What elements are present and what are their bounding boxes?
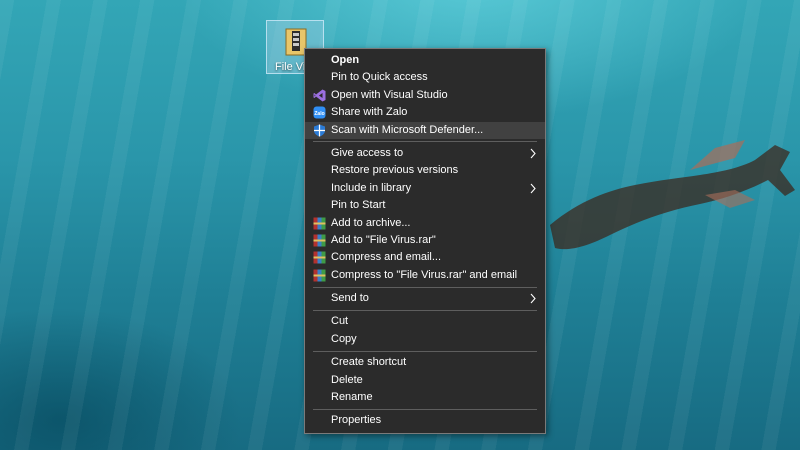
zalo-icon: Zalo (313, 106, 326, 119)
wallpaper-diver-image (550, 140, 795, 250)
menu-item-give-access[interactable]: Give access to (305, 145, 545, 162)
menu-item-label: Copy (331, 332, 357, 345)
menu-separator (313, 141, 537, 143)
menu-item-label: Pin to Quick access (331, 71, 428, 84)
menu-item-label: Rename (331, 391, 373, 404)
menu-separator (313, 309, 537, 311)
menu-item-share-zalo[interactable]: Zalo Share with Zalo (305, 104, 545, 121)
menu-item-label: Cut (331, 315, 349, 328)
menu-item-label: Compress and email... (331, 251, 442, 264)
menu-item-label: Open (331, 54, 360, 66)
menu-item-pin-start[interactable]: Pin to Start (305, 197, 545, 214)
menu-item-label: Give access to (331, 146, 404, 159)
winrar-icon (313, 234, 326, 247)
chevron-right-icon (530, 293, 536, 304)
menu-item-include-library[interactable]: Include in library (305, 180, 545, 197)
menu-item-send-to[interactable]: Send to (305, 290, 545, 307)
menu-item-compress-to-rar-email[interactable]: Compress to "File Virus.rar" and email (305, 267, 545, 284)
winrar-icon (313, 217, 326, 230)
menu-item-restore-versions[interactable]: Restore previous versions (305, 162, 545, 179)
menu-separator (313, 286, 537, 288)
menu-item-label: Compress to "File Virus.rar" and email (331, 268, 518, 281)
menu-item-label: Open with Visual Studio (331, 88, 448, 101)
chevron-right-icon (530, 148, 536, 159)
menu-item-label: Delete (331, 373, 363, 386)
menu-item-open[interactable]: Open (305, 52, 545, 69)
menu-item-label: Restore previous versions (331, 164, 459, 177)
menu-separator (313, 350, 537, 352)
menu-item-label: Pin to Start (331, 199, 386, 212)
menu-item-label: Include in library (331, 181, 412, 194)
menu-item-add-to-rar[interactable]: Add to "File Virus.rar" (305, 232, 545, 249)
menu-item-label: Add to "File Virus.rar" (331, 233, 436, 246)
chevron-right-icon (530, 183, 536, 194)
svg-text:Zalo: Zalo (314, 111, 324, 117)
menu-item-copy[interactable]: Copy (305, 331, 545, 348)
menu-separator (313, 408, 537, 410)
menu-item-create-shortcut[interactable]: Create shortcut (305, 354, 545, 371)
menu-item-delete[interactable]: Delete (305, 372, 545, 389)
menu-item-compress-email[interactable]: Compress and email... (305, 249, 545, 266)
menu-item-label: Send to (331, 292, 369, 305)
context-menu: Open Pin to Quick access Open with Visua… (304, 48, 546, 434)
menu-item-cut[interactable]: Cut (305, 313, 545, 330)
menu-item-add-archive[interactable]: Add to archive... (305, 215, 545, 232)
defender-shield-icon (314, 124, 325, 137)
menu-item-scan-defender[interactable]: Scan with Microsoft Defender... (305, 121, 545, 139)
visual-studio-icon (313, 89, 326, 102)
menu-item-label: Share with Zalo (331, 106, 408, 119)
winrar-icon (313, 269, 326, 282)
menu-item-label: Scan with Microsoft Defender... (331, 123, 484, 136)
menu-item-label: Properties (331, 414, 382, 427)
menu-item-pin-quick-access[interactable]: Pin to Quick access (305, 69, 545, 86)
menu-item-open-visual-studio[interactable]: Open with Visual Studio (305, 87, 545, 104)
menu-item-rename[interactable]: Rename (305, 389, 545, 406)
menu-item-properties[interactable]: Properties (305, 412, 545, 429)
menu-item-label: Add to archive... (331, 216, 411, 229)
winrar-icon (313, 251, 326, 264)
menu-item-label: Create shortcut (331, 356, 407, 369)
